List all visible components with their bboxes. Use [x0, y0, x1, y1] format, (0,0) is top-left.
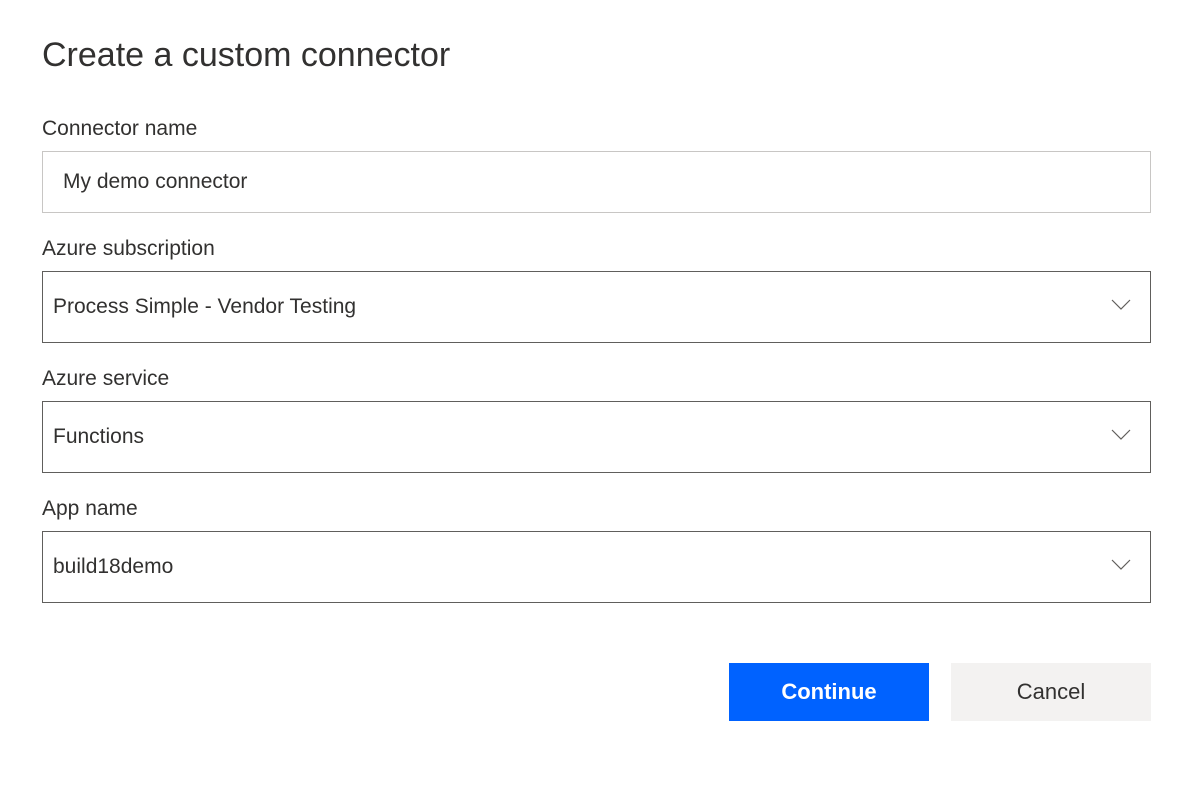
app-name-label: App name [42, 497, 1151, 521]
cancel-button[interactable]: Cancel [951, 663, 1151, 721]
azure-subscription-select[interactable]: Process Simple - Vendor Testing [42, 271, 1151, 343]
app-name-value: build18demo [53, 555, 173, 579]
app-name-select[interactable]: build18demo [42, 531, 1151, 603]
connector-name-group: Connector name [42, 117, 1151, 213]
page-title: Create a custom connector [42, 36, 1151, 75]
azure-subscription-group: Azure subscription Process Simple - Vend… [42, 237, 1151, 343]
azure-subscription-label: Azure subscription [42, 237, 1151, 261]
connector-name-input[interactable] [42, 151, 1151, 213]
app-name-group: App name build18demo [42, 497, 1151, 603]
button-row: Continue Cancel [42, 663, 1151, 721]
azure-subscription-value: Process Simple - Vendor Testing [53, 295, 356, 319]
azure-service-label: Azure service [42, 367, 1151, 391]
azure-service-group: Azure service Functions [42, 367, 1151, 473]
continue-button[interactable]: Continue [729, 663, 929, 721]
azure-service-value: Functions [53, 425, 144, 449]
connector-name-label: Connector name [42, 117, 1151, 141]
azure-service-select[interactable]: Functions [42, 401, 1151, 473]
